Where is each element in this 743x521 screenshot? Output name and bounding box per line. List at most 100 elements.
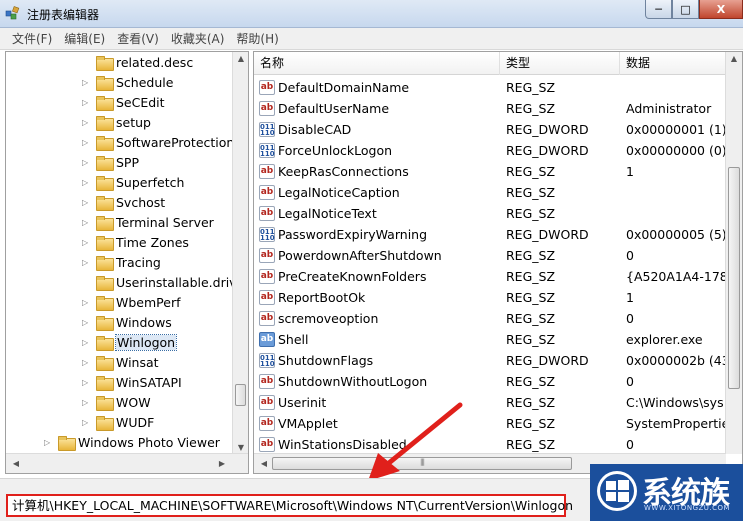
value-row[interactable]: ab LegalNoticeText REG_SZ xyxy=(254,203,724,224)
expand-arrow-icon[interactable]: ▷ xyxy=(82,98,92,107)
tree-item[interactable]: ▷ WOW xyxy=(82,392,151,412)
tree-item[interactable]: ▷ Time Zones xyxy=(82,232,189,252)
scroll-left-icon[interactable]: ◀ xyxy=(256,459,272,468)
scroll-right-icon[interactable]: ▶ xyxy=(214,459,230,468)
tree-vertical-scrollbar[interactable]: ▲ ▼ xyxy=(232,52,248,454)
title-bar[interactable]: 注册表编辑器 ─ □ X xyxy=(0,0,743,28)
string-value-icon: ab xyxy=(259,101,275,116)
scroll-down-icon[interactable]: ▼ xyxy=(233,443,248,452)
expand-arrow-icon[interactable]: ▷ xyxy=(82,158,92,167)
folder-icon xyxy=(96,135,114,151)
expand-arrow-icon[interactable]: ▷ xyxy=(82,218,92,227)
tree-item[interactable]: related.desc xyxy=(82,52,193,72)
tree-item[interactable]: ▷ Svchost xyxy=(82,192,165,212)
values-list[interactable]: 名称 类型 数据 ab DefaultDomainName REG_SZ ab Defa… xyxy=(253,51,743,474)
folder-icon xyxy=(96,115,114,131)
value-row[interactable]: ab PowerdownAfterShutdown REG_SZ 0 xyxy=(254,245,724,266)
tree-item[interactable]: ▷ Windows Photo Viewer xyxy=(44,432,220,452)
expand-arrow-icon[interactable]: ▷ xyxy=(82,298,92,307)
value-name: PowerdownAfterShutdown xyxy=(278,248,442,263)
column-name[interactable]: 名称 xyxy=(254,52,500,75)
value-type: REG_SZ xyxy=(506,332,556,347)
minimize-button[interactable]: ─ xyxy=(645,0,672,19)
expand-arrow-icon[interactable]: ▷ xyxy=(82,238,92,247)
tree-item[interactable]: ▷ setup xyxy=(82,112,151,132)
menu-view[interactable]: 查看(V) xyxy=(111,29,165,49)
value-row[interactable]: ab DefaultUserName REG_SZ Administrator xyxy=(254,98,724,119)
value-row[interactable]: ab WinStationsDisabled REG_SZ 0 xyxy=(254,434,724,455)
tree-item[interactable]: ▷ Schedule xyxy=(82,72,173,92)
value-row[interactable]: ab KeepRasConnections REG_SZ 1 xyxy=(254,161,724,182)
maximize-button[interactable]: □ xyxy=(672,0,699,19)
tree-item[interactable]: ▷ WUDF xyxy=(82,412,154,432)
column-type[interactable]: 类型 xyxy=(500,52,620,75)
scroll-up-icon[interactable]: ▲ xyxy=(233,54,248,63)
value-row[interactable]: ab ShutdownWithoutLogon REG_SZ 0 xyxy=(254,371,724,392)
expand-arrow-icon[interactable]: ▷ xyxy=(82,78,92,87)
expand-arrow-icon[interactable]: ▷ xyxy=(82,398,92,407)
value-type: REG_SZ xyxy=(506,206,556,221)
expand-arrow-icon[interactable]: ▷ xyxy=(82,418,92,427)
tree-item[interactable]: ▷ WbemPerf xyxy=(82,292,180,312)
tree-item[interactable]: ▷ Terminal Server xyxy=(82,212,214,232)
value-data: 0x00000000 (0) xyxy=(626,143,726,158)
value-type: REG_SZ xyxy=(506,290,556,305)
value-row[interactable]: 011 110 PasswordExpiryWarning REG_DWORD 0x0… xyxy=(254,224,726,245)
value-row[interactable]: ab ReportBootOk REG_SZ 1 xyxy=(254,287,724,308)
value-type: REG_SZ xyxy=(506,269,556,284)
expand-arrow-icon[interactable]: ▷ xyxy=(82,338,92,347)
menu-favorites[interactable]: 收藏夹(A) xyxy=(165,29,231,49)
expand-arrow-icon[interactable]: ▷ xyxy=(82,138,92,147)
expand-arrow-icon[interactable]: ▷ xyxy=(82,318,92,327)
menu-edit[interactable]: 编辑(E) xyxy=(58,29,111,49)
menu-help[interactable]: 帮助(H) xyxy=(230,29,284,49)
tree-item[interactable]: Userinstallable.drive xyxy=(82,272,244,292)
value-name: PasswordExpiryWarning xyxy=(278,227,428,242)
folder-icon xyxy=(96,395,114,411)
value-name: DefaultDomainName xyxy=(278,80,410,95)
value-row[interactable]: ab LegalNoticeCaption REG_SZ xyxy=(254,182,724,203)
scroll-up-icon[interactable]: ▲ xyxy=(726,54,742,63)
tree-item[interactable]: ▷ Windows xyxy=(82,312,172,332)
watermark-url: WWW.XITONGZU.COM xyxy=(644,504,731,512)
value-name: ShutdownWithoutLogon xyxy=(278,374,428,389)
value-row[interactable]: ab VMApplet REG_SZ SystemPropertie xyxy=(254,413,726,434)
value-row[interactable]: ab DefaultDomainName REG_SZ xyxy=(254,77,724,98)
expand-arrow-icon[interactable]: ▷ xyxy=(82,358,92,367)
close-button[interactable]: X xyxy=(699,0,743,19)
value-type: REG_SZ xyxy=(506,395,556,410)
scroll-thumb[interactable] xyxy=(235,384,246,406)
expand-arrow-icon[interactable]: ▷ xyxy=(44,438,54,447)
tree-item[interactable]: ▷ SoftwareProtectionP xyxy=(82,132,242,152)
values-vertical-scrollbar[interactable]: ▲ xyxy=(725,52,742,454)
tree-item[interactable]: ▷ SeCEdit xyxy=(82,92,165,112)
menu-file[interactable]: 文件(F) xyxy=(6,29,58,49)
value-name: ReportBootOk xyxy=(278,290,366,305)
value-row[interactable]: ab scremoveoption REG_SZ 0 xyxy=(254,308,724,329)
tree-item[interactable]: ▷ Winlogon xyxy=(82,332,178,352)
scroll-left-icon[interactable]: ◀ xyxy=(8,459,24,468)
value-row[interactable]: ab PreCreateKnownFolders REG_SZ {A520A1A4-1… xyxy=(254,266,726,287)
tree-item[interactable]: ▷ Superfetch xyxy=(82,172,184,192)
expand-arrow-icon[interactable]: ▷ xyxy=(82,178,92,187)
value-row[interactable]: ab Userinit REG_SZ C:\Windows\sys xyxy=(254,392,724,413)
tree-item[interactable]: ▷ SPP xyxy=(82,152,139,172)
folder-icon xyxy=(96,95,114,111)
expand-arrow-icon[interactable]: ▷ xyxy=(82,378,92,387)
value-name: LegalNoticeText xyxy=(278,206,377,221)
expand-arrow-icon[interactable]: ▷ xyxy=(82,258,92,267)
value-type: REG_SZ xyxy=(506,416,556,431)
expand-arrow-icon[interactable]: ▷ xyxy=(82,198,92,207)
value-row[interactable]: 011 110 DisableCAD REG_DWORD 0x00000001 (1) xyxy=(254,119,726,140)
value-row[interactable]: 011 110 ForceUnlockLogon REG_DWORD 0x000000… xyxy=(254,140,726,161)
scroll-thumb[interactable] xyxy=(728,167,740,389)
string-value-icon: ab xyxy=(259,290,275,305)
value-row[interactable]: 011 110 ShutdownFlags REG_DWORD 0x0000002b … xyxy=(254,350,726,371)
tree-horizontal-scrollbar[interactable]: ◀ ▶ xyxy=(6,453,248,473)
registry-tree[interactable]: related.desc ▷ Schedule ▷ SeCEdit ▷ setup ▷ Soft… xyxy=(5,51,249,474)
tree-item[interactable]: ▷ WinSATAPI xyxy=(82,372,182,392)
expand-arrow-icon[interactable]: ▷ xyxy=(82,118,92,127)
tree-item[interactable]: ▷ Tracing xyxy=(82,252,161,272)
value-row[interactable]: ab Shell REG_SZ explorer.exe xyxy=(254,329,724,350)
tree-item[interactable]: ▷ Winsat xyxy=(82,352,159,372)
